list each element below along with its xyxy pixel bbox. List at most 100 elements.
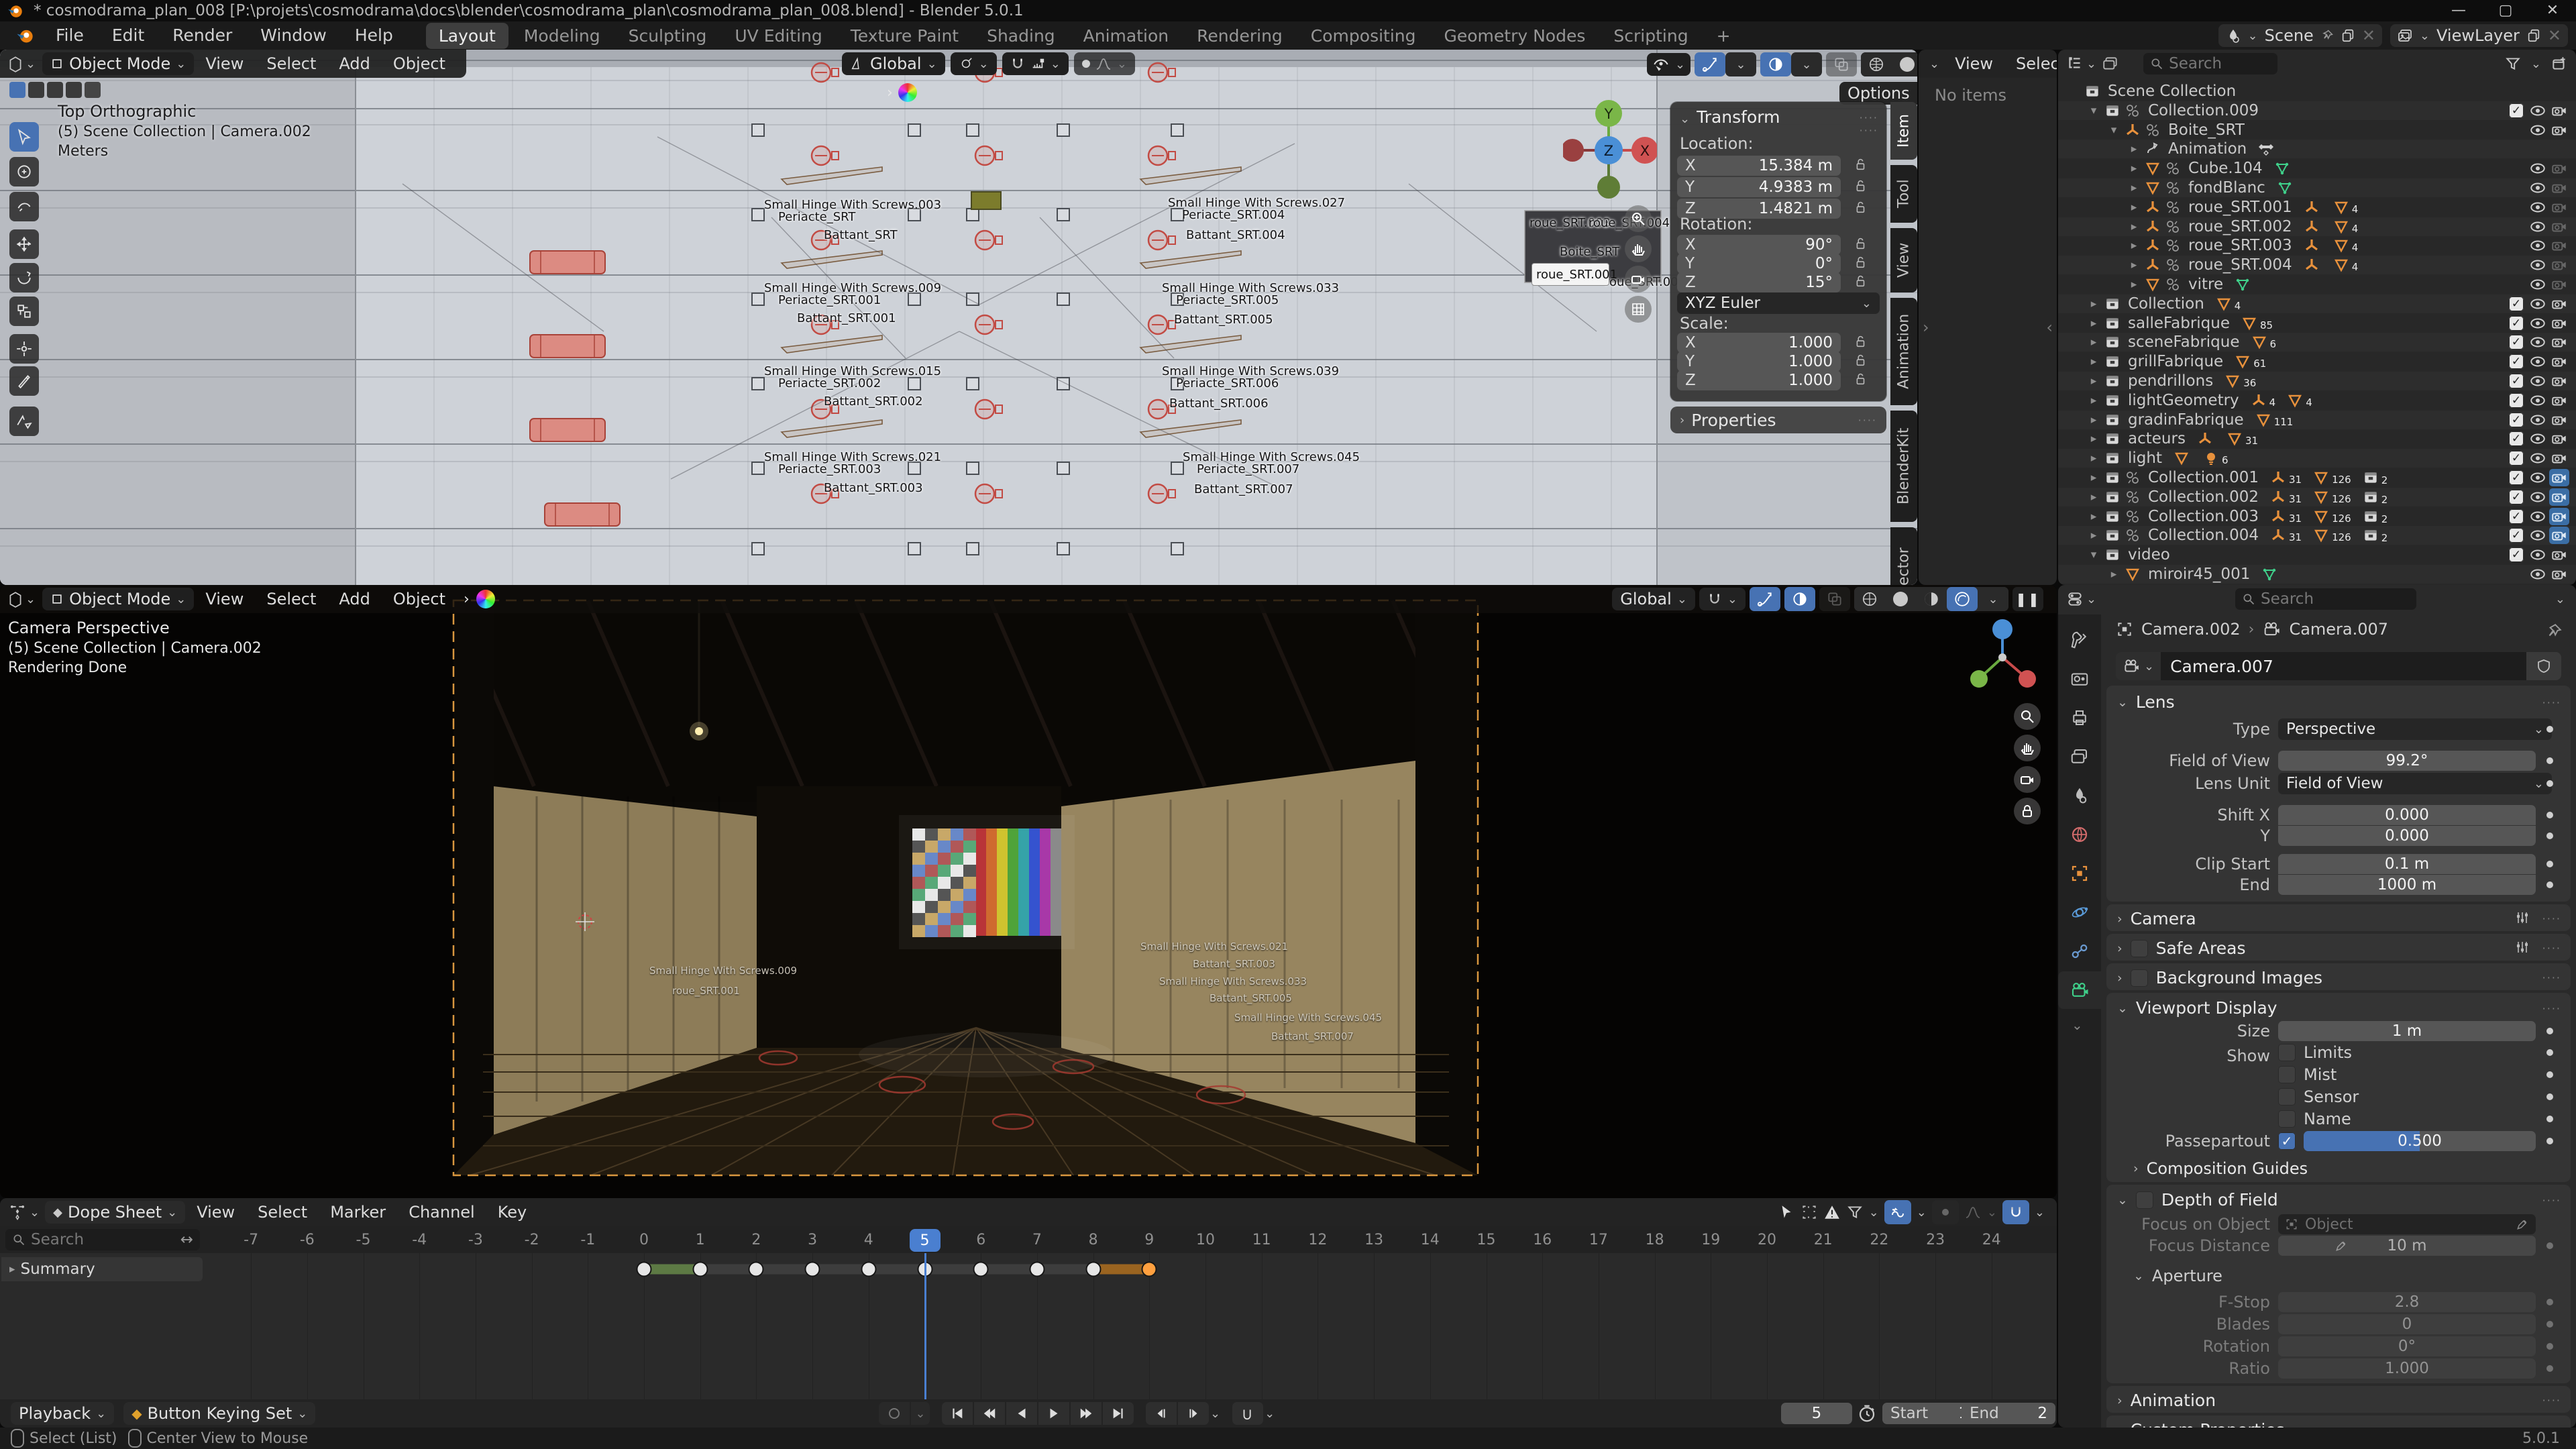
panel-grip[interactable]: ····: [2542, 912, 2561, 925]
options-chevron-icon[interactable]: ⌄: [2555, 592, 2565, 606]
visibility-checkbox[interactable]: ✓: [2506, 431, 2526, 447]
animation-panel[interactable]: › Animation ····: [2106, 1386, 2571, 1413]
workspace-tab-sculpting[interactable]: Sculpting: [616, 23, 720, 49]
animate-dot[interactable]: [2546, 1071, 2553, 1078]
properties-tab-data-camera[interactable]: [2058, 971, 2101, 1009]
blades-field[interactable]: 0: [2278, 1314, 2536, 1334]
keying-set-dropdown[interactable]: ◆ Button Keying Set ⌄: [123, 1402, 316, 1425]
copy-icon[interactable]: [2341, 28, 2355, 43]
outliner-row-cube-104[interactable]: ▸ Cube.104: [2058, 159, 2576, 178]
zoom-button[interactable]: [2014, 703, 2041, 730]
outliner-row-lightgeometry[interactable]: ▸ lightGeometry 4 4 ✓: [2058, 391, 2576, 410]
properties-tab-view-layer[interactable]: [2058, 738, 2101, 775]
sidebar-tab-item[interactable]: Item: [1890, 102, 1917, 160]
frame-end-field[interactable]: End 2: [1962, 1403, 2055, 1424]
lens-type-dropdown[interactable]: Perspective ⌄: [2278, 718, 2552, 740]
panel-grip[interactable]: ····: [2542, 942, 2561, 955]
navigation-axis-gizmo[interactable]: Y X Z: [1563, 98, 1657, 203]
composition-guides-subpanel[interactable]: › Composition Guides: [2133, 1159, 2308, 1178]
animate-dot[interactable]: [2546, 1028, 2553, 1034]
disable-in-renders-camera-icon[interactable]: [2549, 507, 2569, 525]
gizmos-dropdown[interactable]: ⌄: [1725, 52, 1757, 76]
passepartout-slider[interactable]: 0.500: [2304, 1131, 2536, 1151]
add-workspace-button[interactable]: +: [1704, 23, 1743, 49]
rename-input[interactable]: roue_SRT.001: [1532, 263, 1617, 286]
transform-y-field[interactable]: Y 1.000: [1677, 352, 1865, 372]
mode-dropdown[interactable]: Object Mode ⌄: [42, 588, 195, 610]
hide-in-viewport-eye-icon[interactable]: [2528, 160, 2548, 177]
play-button[interactable]: [1038, 1402, 1069, 1425]
hide-in-viewport-eye-icon[interactable]: [2528, 121, 2548, 139]
keyframe[interactable]: [804, 1261, 820, 1277]
collapse-right-icon[interactable]: ‹: [2046, 318, 2053, 337]
transform-tool[interactable]: [9, 334, 39, 364]
workspace-tab-rendering[interactable]: Rendering: [1184, 23, 1295, 49]
shift-x-field[interactable]: 0.000: [2278, 805, 2536, 825]
workspace-tab-geometry-nodes[interactable]: Geometry Nodes: [1432, 23, 1599, 49]
camera-view-button[interactable]: [1625, 266, 1652, 292]
disable-in-renders-camera-icon[interactable]: [2549, 237, 2569, 254]
timeline-ruler[interactable]: -7 -6 -5 -4 -3 -2 -1 0 1 2 3 4 6 7 8 9 10 11 12 13 14 15 16 17 1…: [0, 1226, 2057, 1253]
playhead[interactable]: [924, 1253, 926, 1399]
disable-in-renders-camera-icon[interactable]: [2549, 276, 2569, 293]
outliner-row-collection-003[interactable]: ▸ Collection.003 31 126 2 ✓: [2058, 507, 2576, 526]
properties-tab-render[interactable]: [2058, 660, 2101, 698]
hide-in-viewport-eye-icon[interactable]: [2528, 295, 2548, 313]
visibility-checkbox[interactable]: ✓: [2506, 103, 2526, 118]
only-errors-icon[interactable]: [1823, 1203, 1841, 1221]
tool-option-icon[interactable]: [28, 82, 44, 98]
animate-dot[interactable]: [2546, 1242, 2553, 1249]
animate-dot[interactable]: [2546, 1093, 2553, 1100]
lock-icon[interactable]: [1853, 353, 1868, 368]
outliner-row-gradinfabrique[interactable]: ▸ gradinFabrique 111 ✓: [2058, 411, 2576, 429]
jump-next-keyframe-button[interactable]: [1071, 1402, 1102, 1425]
lock-view-button[interactable]: [2014, 798, 2041, 824]
disable-in-renders-camera-icon[interactable]: [2549, 527, 2569, 545]
transform-z-field[interactable]: Z 1.000: [1677, 370, 1865, 390]
viewport-camera-perspective[interactable]: Small Hinge With Screws.021 Battant_SRT.0…: [0, 585, 2057, 1198]
hide-in-viewport-eye-icon[interactable]: [2528, 237, 2548, 254]
disable-in-renders-camera-icon[interactable]: [2549, 218, 2569, 235]
addon-color-ball-icon[interactable]: [476, 590, 495, 608]
rotate-tool[interactable]: [9, 263, 39, 292]
display-size-field[interactable]: 1 m: [2278, 1021, 2536, 1041]
move-tool[interactable]: [9, 229, 39, 259]
editor-type-icon[interactable]: [8, 1203, 27, 1222]
hide-in-viewport-eye-icon[interactable]: [2528, 469, 2548, 486]
editor-type-icon[interactable]: [2066, 590, 2084, 608]
animate-dot[interactable]: [2546, 1116, 2553, 1122]
animate-dot[interactable]: [2546, 1138, 2553, 1144]
keyframe[interactable]: [973, 1261, 989, 1277]
properties-tab-constraints[interactable]: [2058, 932, 2101, 970]
fake-user-shield-button[interactable]: [2526, 652, 2561, 680]
channel-region[interactable]: ▸ Summary: [0, 1253, 2057, 1399]
collapse-icon[interactable]: ⌄: [2117, 695, 2128, 710]
outliner[interactable]: ⌄ Search ⌄ Scene Collection ▾ Collection.0…: [2058, 50, 2576, 585]
workspace-tab-compositing[interactable]: Compositing: [1298, 23, 1429, 49]
jump-to-start-button[interactable]: [942, 1402, 973, 1425]
camera-panel[interactable]: › Camera ····: [2106, 904, 2571, 931]
outliner-row-collection-009[interactable]: ▾ Collection.009 ✓: [2058, 101, 2576, 120]
breadcrumb-data[interactable]: Camera.007: [2289, 620, 2388, 639]
dope-search-input[interactable]: Search ↔: [5, 1229, 200, 1250]
collapse-icon[interactable]: ⌄: [1680, 112, 1690, 126]
scale-tool[interactable]: [9, 297, 39, 326]
hide-in-viewport-eye-icon[interactable]: [2528, 315, 2548, 332]
lock-icon[interactable]: [1853, 157, 1868, 172]
disable-in-renders-camera-icon[interactable]: [2549, 295, 2569, 313]
workspace-tab-shading[interactable]: Shading: [974, 23, 1068, 49]
collapse-icon[interactable]: ⌄: [2117, 1001, 2128, 1016]
sidebar-tab-tool[interactable]: Tool: [1890, 165, 1917, 223]
current-frame-field[interactable]: 5: [1781, 1403, 1852, 1424]
shading-solid-button[interactable]: [1892, 52, 1917, 76]
hide-in-viewport-eye-icon[interactable]: [2528, 218, 2548, 235]
hide-in-viewport-eye-icon[interactable]: [2528, 488, 2548, 506]
aperture-ratio-field[interactable]: 1.000: [2278, 1358, 2536, 1379]
overlays-toggle[interactable]: [1784, 587, 1815, 611]
keyframe[interactable]: [861, 1261, 877, 1277]
overlays-dropdown[interactable]: ⌄: [1791, 52, 1823, 76]
outliner-row-roue-srt-003[interactable]: ▸ roue_SRT.003 4: [2058, 236, 2576, 255]
menu-file[interactable]: File: [42, 21, 98, 50]
xray-toggle[interactable]: [1819, 587, 1850, 611]
view-layer-selector[interactable]: ⌄ ViewLayer ✕: [2390, 24, 2568, 47]
